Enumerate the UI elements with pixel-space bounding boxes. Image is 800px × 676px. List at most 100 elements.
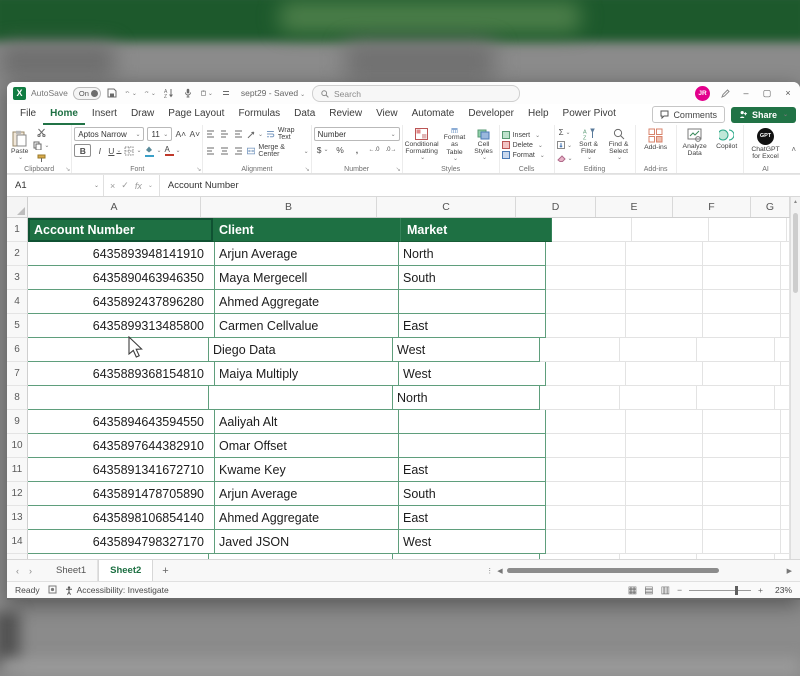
- wrap-text-button[interactable]: Wrap Text: [266, 127, 309, 141]
- row-header-5[interactable]: 5: [7, 314, 28, 338]
- cell-F9[interactable]: [703, 410, 781, 434]
- cell-F10[interactable]: [703, 434, 781, 458]
- row-header-8[interactable]: 8: [7, 386, 28, 410]
- cell-E5[interactable]: [626, 314, 703, 338]
- cell-E15[interactable]: [620, 554, 697, 559]
- enter-formula-icon[interactable]: ✓: [121, 180, 129, 191]
- cell-E8[interactable]: [620, 386, 697, 410]
- cell-F1[interactable]: [709, 218, 787, 242]
- align-center-icon[interactable]: [219, 146, 230, 157]
- row-header-3[interactable]: 3: [7, 266, 28, 290]
- orientation-icon[interactable]: [247, 129, 263, 140]
- cell-D14[interactable]: [546, 530, 626, 554]
- cell-C3[interactable]: South: [399, 266, 546, 290]
- user-avatar[interactable]: JR: [695, 86, 710, 101]
- cell-B11[interactable]: Kwame Key: [215, 458, 399, 482]
- save-icon[interactable]: [106, 87, 118, 99]
- cell-G12[interactable]: [781, 482, 790, 506]
- cell-G13[interactable]: [781, 506, 790, 530]
- cell-G10[interactable]: [781, 434, 790, 458]
- cell-A15[interactable]: [28, 554, 209, 559]
- cell-D9[interactable]: [546, 410, 626, 434]
- clipboard-dialog-launcher-icon[interactable]: ↘: [65, 166, 70, 173]
- copy-icon[interactable]: [33, 140, 49, 151]
- column-header-D[interactable]: D: [516, 197, 596, 217]
- page-break-view-icon[interactable]: ▥: [661, 585, 670, 596]
- row-header-4[interactable]: 4: [7, 290, 28, 314]
- increase-font-icon[interactable]: A˄: [175, 129, 186, 140]
- format-as-table-button[interactable]: Format as Table: [441, 127, 469, 163]
- decrease-decimal-icon[interactable]: .0→: [385, 144, 396, 155]
- cell-B13[interactable]: Ahmed Aggregate: [215, 506, 399, 530]
- sort-az-icon[interactable]: AZ: [163, 87, 175, 99]
- number-format-combo[interactable]: Number⌄: [314, 127, 400, 141]
- analyze-data-button[interactable]: Analyze Data: [679, 127, 711, 163]
- cell-C9[interactable]: [399, 410, 546, 434]
- cell-G4[interactable]: [781, 290, 790, 314]
- cell-A14[interactable]: 6435894798327170: [28, 530, 215, 554]
- align-right-icon[interactable]: [233, 146, 244, 157]
- cell-B5[interactable]: Carmen Cellvalue: [215, 314, 399, 338]
- sort-filter-button[interactable]: AZ Sort & Filter: [575, 127, 603, 163]
- percent-button[interactable]: %: [334, 144, 345, 155]
- cell-E10[interactable]: [626, 434, 703, 458]
- cell-C8[interactable]: North: [393, 386, 540, 410]
- align-left-icon[interactable]: [205, 146, 216, 157]
- font-name-combo[interactable]: Aptos Narrow⌄: [74, 127, 144, 141]
- cell-A5[interactable]: 6435899313485800: [28, 314, 215, 338]
- cell-F8[interactable]: [697, 386, 775, 410]
- cell-E7[interactable]: [626, 362, 703, 386]
- column-header-C[interactable]: C: [377, 197, 516, 217]
- cell-D15[interactable]: [540, 554, 620, 559]
- cell-D13[interactable]: [546, 506, 626, 530]
- column-header-G[interactable]: G: [751, 197, 790, 217]
- zoom-out-button[interactable]: −: [677, 585, 682, 595]
- cell-B12[interactable]: Arjun Average: [215, 482, 399, 506]
- clipboard-icon[interactable]: [201, 87, 213, 99]
- format-cells-button[interactable]: Format: [502, 151, 552, 159]
- row-header-7[interactable]: 7: [7, 362, 28, 386]
- row-header-12[interactable]: 12: [7, 482, 28, 506]
- row-header-14[interactable]: 14: [7, 530, 28, 554]
- bold-button[interactable]: B: [74, 144, 91, 157]
- cell-E2[interactable]: [626, 242, 703, 266]
- zoom-level[interactable]: 23%: [770, 585, 792, 595]
- decrease-font-icon[interactable]: A˅: [189, 129, 200, 140]
- tab-draw[interactable]: Draw: [124, 105, 161, 125]
- insert-cells-button[interactable]: Insert: [502, 131, 552, 139]
- page-layout-view-icon[interactable]: ▤: [644, 585, 653, 596]
- column-header-B[interactable]: B: [201, 197, 377, 217]
- cell-F11[interactable]: [703, 458, 781, 482]
- tab-help[interactable]: Help: [521, 105, 556, 125]
- alignment-dialog-launcher-icon[interactable]: ↘: [305, 166, 310, 173]
- delete-cells-button[interactable]: Delete: [502, 141, 552, 149]
- maximize-button[interactable]: ▢: [761, 88, 773, 99]
- cell-D12[interactable]: [546, 482, 626, 506]
- dictate-mic-icon[interactable]: [182, 87, 194, 99]
- paste-button[interactable]: Paste: [9, 129, 30, 162]
- cell-B14[interactable]: Javed JSON: [215, 530, 399, 554]
- cell-E1[interactable]: [632, 218, 709, 242]
- font-color-icon[interactable]: A: [165, 145, 181, 156]
- cell-F12[interactable]: [703, 482, 781, 506]
- next-sheet-icon[interactable]: ›: [24, 566, 37, 576]
- cell-C6[interactable]: West: [393, 338, 540, 362]
- cell-F7[interactable]: [703, 362, 781, 386]
- fill-down-icon[interactable]: [557, 140, 573, 150]
- cell-F2[interactable]: [703, 242, 781, 266]
- tab-page-layout[interactable]: Page Layout: [161, 105, 231, 125]
- previous-sheet-icon[interactable]: ‹: [11, 566, 24, 576]
- row-header-11[interactable]: 11: [7, 458, 28, 482]
- comments-button[interactable]: Comments: [652, 106, 725, 123]
- clear-eraser-icon[interactable]: [557, 153, 573, 163]
- align-bottom-icon[interactable]: [233, 129, 244, 140]
- cell-A11[interactable]: 6435891341672710: [28, 458, 215, 482]
- minimize-button[interactable]: –: [740, 88, 752, 98]
- hscroll-dots-icon[interactable]: ⋮: [486, 567, 493, 575]
- italic-button[interactable]: I: [94, 145, 105, 156]
- tab-home[interactable]: Home: [43, 105, 85, 125]
- cell-D11[interactable]: [546, 458, 626, 482]
- cell-B15[interactable]: Omar Offset: [209, 554, 393, 559]
- cell-E3[interactable]: [626, 266, 703, 290]
- cell-F15[interactable]: [697, 554, 775, 559]
